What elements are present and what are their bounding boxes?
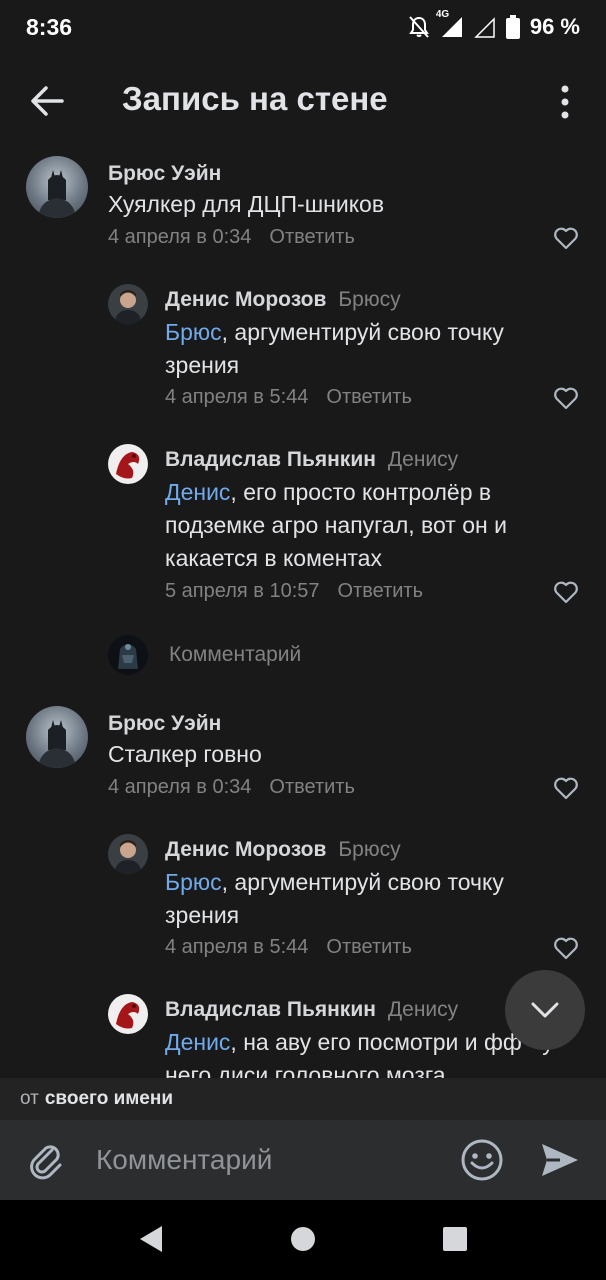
comment-author[interactable]: Брюс Уэйн xyxy=(108,162,221,186)
avatar[interactable] xyxy=(26,156,88,218)
comment-author[interactable]: Брюс Уэйн xyxy=(108,712,221,736)
comment-date: 4 апреля в 0:34 xyxy=(108,776,252,798)
author-name[interactable]: Денис Морозов xyxy=(165,838,326,861)
reply-button[interactable]: Ответить xyxy=(269,226,355,248)
comment-meta: 4 апреля в 5:44 Ответить xyxy=(165,936,412,959)
comment-input[interactable] xyxy=(96,1142,436,1178)
status-bar: 8:36 4G 96 % xyxy=(0,0,606,56)
more-vertical-icon[interactable] xyxy=(550,84,580,120)
back-arrow-icon[interactable] xyxy=(28,81,68,121)
heart-icon[interactable] xyxy=(553,386,579,410)
avatar[interactable] xyxy=(108,834,148,874)
scroll-to-bottom-button[interactable] xyxy=(505,970,585,1050)
thread-reply-row[interactable]: Комментарий xyxy=(0,631,606,681)
comment-date: 4 апреля в 0:34 xyxy=(108,226,252,248)
comment-date: 4 апреля в 5:44 xyxy=(165,936,309,958)
dnd-bell-off-icon xyxy=(408,16,429,38)
comment-author: Владислав Пьянкин Денису xyxy=(165,998,458,1022)
network-type: 4G xyxy=(435,9,450,20)
nav-back-icon[interactable] xyxy=(138,1224,164,1254)
mention-link[interactable]: Брюс xyxy=(165,869,222,895)
author-name[interactable]: Владислав Пьянкин xyxy=(165,998,376,1021)
post-as-selector[interactable]: от своего имени xyxy=(0,1078,606,1120)
send-icon[interactable] xyxy=(538,1140,580,1180)
smile-icon[interactable] xyxy=(460,1138,504,1182)
comments-feed[interactable]: Брюс Уэйн Хуялкер для ДЦП-шников 4 апрел… xyxy=(0,146,606,1078)
comment-text: Денис, его просто контролёр в подземке а… xyxy=(165,476,565,575)
author-name[interactable]: Денис Морозов xyxy=(165,288,326,311)
thread-reply-placeholder[interactable]: Комментарий xyxy=(169,643,301,667)
comment: Брюс Уэйн Сталкер говно 4 апреля в 0:34 О… xyxy=(0,696,606,816)
comment: Брюс Уэйн Хуялкер для ДЦП-шников 4 апрел… xyxy=(0,146,606,266)
comment-author: Владислав Пьянкин Денису xyxy=(165,448,458,472)
mention-link[interactable]: Брюс xyxy=(165,319,222,345)
app-header: Запись на стене xyxy=(0,56,606,146)
page-title: Запись на стене xyxy=(122,80,388,117)
chevron-down-icon xyxy=(531,1002,559,1018)
reply-button[interactable]: Ответить xyxy=(269,776,355,798)
comment-date: 4 апреля в 5:44 xyxy=(165,386,309,408)
comment-meta: 4 апреля в 0:34 Ответить xyxy=(108,776,355,799)
comment-meta: 5 апреля в 10:57 Ответить xyxy=(165,580,423,603)
avatar[interactable] xyxy=(108,994,148,1034)
avatar[interactable] xyxy=(108,284,148,324)
reply-to[interactable]: Брюсу xyxy=(338,288,400,311)
comment-text: Сталкер говно xyxy=(108,741,262,767)
post-as-label: от своего имени xyxy=(20,1088,173,1110)
comment-author: Денис Морозов Брюсу xyxy=(165,838,401,862)
comment-text: Брюс, аргументируй свою точку зрения xyxy=(165,866,565,932)
comment-text: Брюс, аргументируй свою точку зрения xyxy=(165,316,565,382)
comment-meta: 4 апреля в 5:44 Ответить xyxy=(165,386,412,409)
avatar xyxy=(108,635,148,675)
heart-icon[interactable] xyxy=(553,580,579,604)
nav-home-icon[interactable] xyxy=(290,1224,316,1254)
heart-icon[interactable] xyxy=(553,226,579,250)
post-as-name: своего имени xyxy=(44,1088,174,1109)
comment-author: Денис Морозов Брюсу xyxy=(165,288,401,312)
battery-percent: 96 % xyxy=(529,14,580,39)
comment-reply: Денис Морозов Брюсу Брюс, аргументируй св… xyxy=(0,826,606,976)
comment-reply: Денис Морозов Брюсу Брюс, аргументируй св… xyxy=(0,276,606,426)
signal-empty-icon xyxy=(474,17,495,38)
comment-text: Хуялкер для ДЦП-шников xyxy=(108,191,385,217)
author-name[interactable]: Владислав Пьянкин xyxy=(165,448,376,471)
reply-to[interactable]: Брюсу xyxy=(338,838,400,861)
post-as-prefix: от xyxy=(20,1088,39,1109)
signal-4g-icon: 4G xyxy=(436,9,464,39)
heart-icon[interactable] xyxy=(553,776,579,800)
comment-meta: 4 апреля в 0:34 Ответить xyxy=(108,226,355,249)
comment-compose-bar xyxy=(0,1120,606,1200)
heart-icon[interactable] xyxy=(553,936,579,960)
reply-to[interactable]: Денису xyxy=(388,998,458,1021)
status-icons: 4G 96 % xyxy=(408,9,580,40)
reply-to[interactable]: Денису xyxy=(388,448,458,471)
reply-button[interactable]: Ответить xyxy=(338,580,424,602)
avatar[interactable] xyxy=(108,444,148,484)
comment-date: 5 апреля в 10:57 xyxy=(165,580,320,602)
mention-link[interactable]: Денис xyxy=(165,1029,230,1055)
avatar[interactable] xyxy=(26,706,88,768)
paperclip-icon[interactable] xyxy=(26,1140,66,1180)
nav-recents-icon[interactable] xyxy=(442,1224,468,1254)
status-time: 8:36 xyxy=(26,14,73,40)
reply-button[interactable]: Ответить xyxy=(326,386,412,408)
reply-button[interactable]: Ответить xyxy=(326,936,412,958)
battery-icon xyxy=(505,15,520,39)
mention-link[interactable]: Денис xyxy=(165,479,230,505)
system-nav-bar xyxy=(0,1200,606,1280)
comment-reply: Владислав Пьянкин Денису Денис, его прост… xyxy=(0,436,606,616)
